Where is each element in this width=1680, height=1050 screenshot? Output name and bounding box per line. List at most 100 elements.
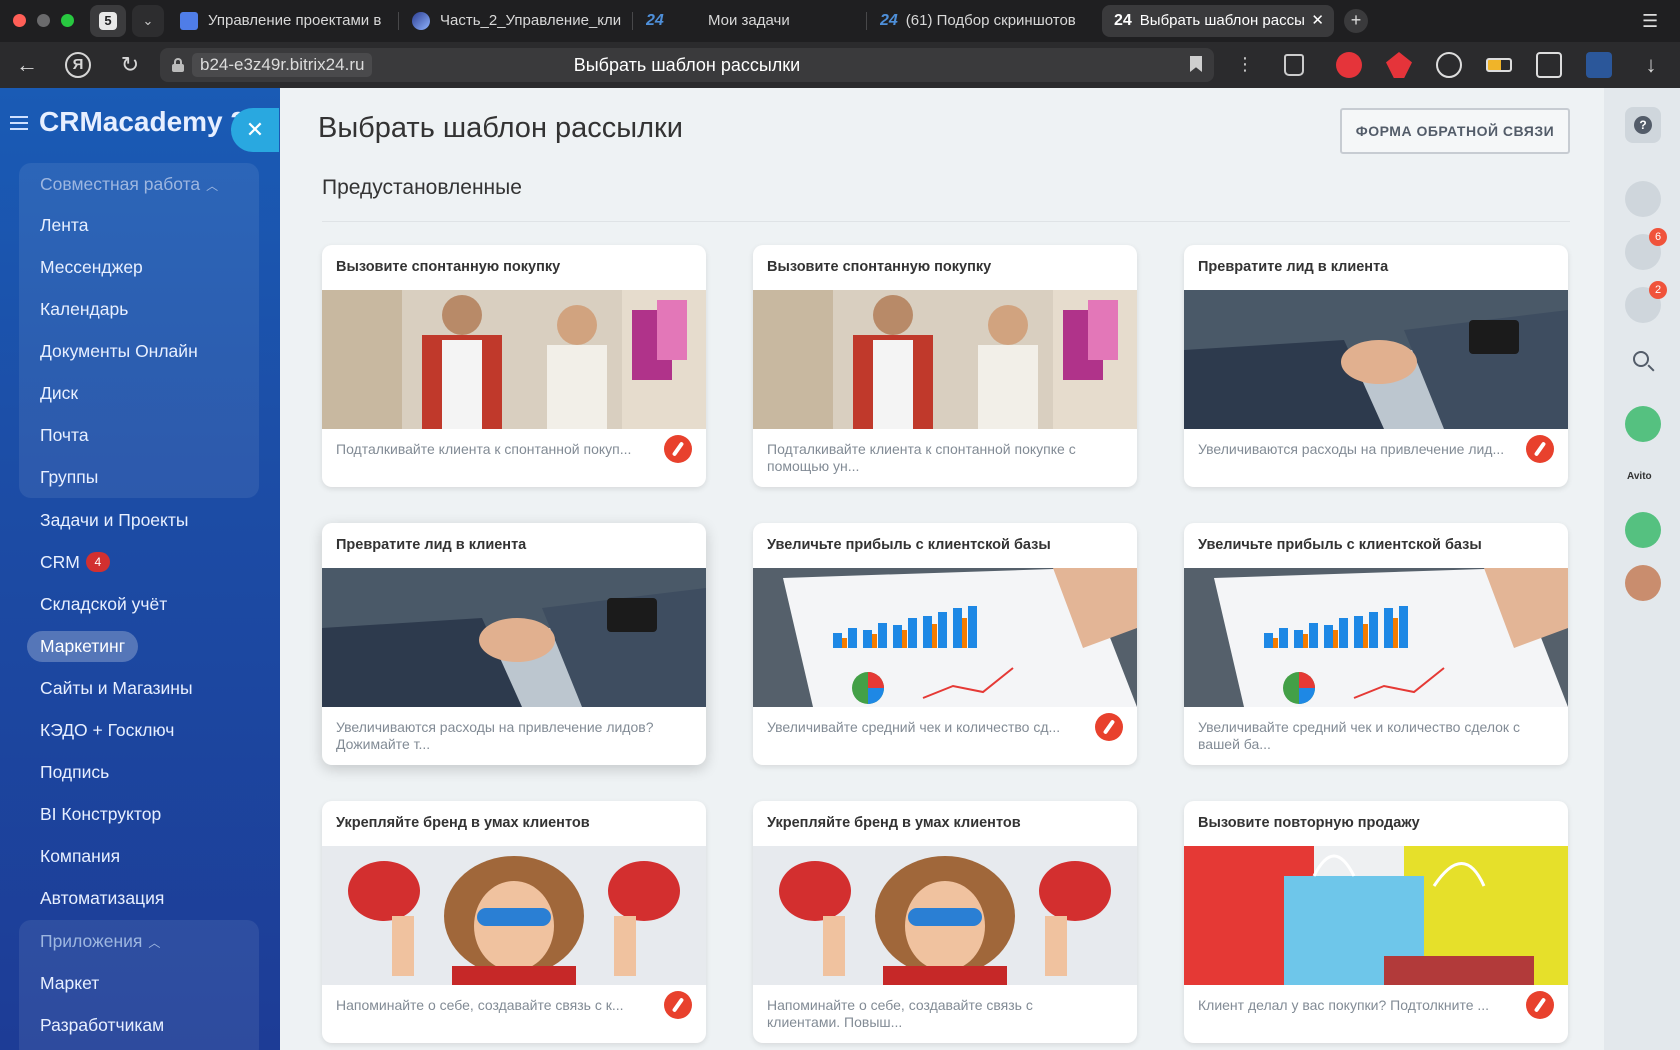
feedback-form-button[interactable]: ФОРМА ОБРАТНОЙ СВЯЗИ [1340, 108, 1570, 154]
page-title: Выбрать шаблон рассылки [318, 112, 683, 144]
new-tab-button[interactable]: + [1344, 9, 1368, 33]
card-title: Увеличьте прибыль с клиентской базы [767, 537, 1051, 553]
help-button[interactable]: ? [1625, 107, 1661, 143]
tab-select-template[interactable]: 24 Выбрать шаблон рассы ✕ [1102, 5, 1334, 37]
close-tab-icon[interactable]: ✕ [1311, 5, 1324, 37]
browser-tabbar: 5 ⌄ Управление проектами в Часть_2_Управ… [0, 0, 1680, 42]
template-card[interactable]: Увеличьте прибыль с клиентской базы Увел… [1184, 523, 1568, 765]
chevron-up-icon: ︿ [148, 936, 161, 950]
hamburger-icon[interactable] [10, 116, 28, 130]
yandex-icon[interactable]: Я [65, 52, 91, 78]
bitrix24-icon: 24 [880, 12, 898, 30]
card-image-handshake [322, 568, 706, 707]
card-title: Укрепляйте бренд в умах клиентов [767, 815, 1021, 831]
chat-badge: 2 [1649, 281, 1667, 299]
notes-icon[interactable] [1625, 512, 1661, 548]
downloads-icon[interactable]: ↓ [1638, 52, 1664, 78]
menu-item-inventory[interactable]: Складской учёт [40, 594, 167, 615]
card-image-shopping-couple [753, 290, 1137, 429]
menu-item-feed[interactable]: Лента [40, 215, 88, 236]
contacts-icon[interactable] [1625, 406, 1661, 442]
menu-item-sign[interactable]: Подпись [40, 762, 109, 783]
card-description: Увеличиваются расходы на привлечение лид… [1198, 441, 1505, 457]
menu-item-sites[interactable]: Сайты и Магазины [40, 678, 193, 699]
section-divider [322, 221, 1570, 222]
group-collaboration [19, 163, 259, 498]
video-extension-icon[interactable] [1436, 52, 1462, 78]
menu-item-docs[interactable]: Документы Онлайн [40, 341, 198, 362]
tab-counter-button[interactable]: 5 [90, 5, 126, 37]
tab-screenshots[interactable]: 24 (61) Подбор скриншотов [880, 5, 1088, 37]
menu-item-groups[interactable]: Группы [40, 467, 98, 488]
main-content: Выбрать шаблон рассылки ФОРМА ОБРАТНОЙ С… [280, 88, 1604, 1050]
section-title: Предустановленные [322, 176, 522, 199]
tab-bitrix-blank[interactable]: 24 [646, 5, 686, 37]
template-card[interactable]: Укрепляйте бренд в умах клиентов Напомин… [322, 801, 706, 1043]
menu-item-marketing[interactable]: Маркетинг [27, 631, 139, 662]
reload-button[interactable]: ↻ [117, 52, 143, 78]
template-card[interactable]: Вызовите спонтанную покупку Подталкивайт… [322, 245, 706, 487]
tab-my-tasks[interactable]: Мои задачи [708, 5, 858, 37]
card-title: Превратите лид в клиента [336, 537, 527, 553]
more-menu-icon[interactable]: ⋮ [1236, 54, 1254, 75]
bitrix24-icon: 24 [646, 12, 664, 30]
menu-item-bi[interactable]: BI Конструктор [40, 804, 161, 825]
template-card[interactable]: Увеличьте прибыль с клиентской базы Увел… [753, 523, 1137, 765]
avito-icon[interactable]: Avito [1625, 459, 1661, 495]
card-description: Увеличивайте средний чек и количество сд… [767, 719, 1061, 735]
menu-group-apps[interactable]: Приложения ︿ [40, 931, 160, 952]
window-maximize-button[interactable] [61, 14, 74, 27]
menu-item-market[interactable]: Маркет [40, 973, 99, 994]
word-extension-icon[interactable] [1586, 52, 1612, 78]
address-bar[interactable]: b24-e3z49r.bitrix24.ru Выбрать шаблон ра… [160, 48, 1214, 82]
tab-projects[interactable]: Управление проектами в [180, 5, 390, 37]
card-description: Напоминайте о себе, создавайте связь с к… [336, 997, 624, 1013]
menu-item-company[interactable]: Компания [40, 846, 120, 867]
menu-item-automation[interactable]: Автоматизация [40, 888, 164, 909]
menu-group-collaboration[interactable]: Совместная работа ︿ [40, 174, 218, 195]
card-description: Подталкивайте клиента к спонтанной покуп… [767, 441, 1076, 474]
menu-item-tasks[interactable]: Задачи и Проекты [40, 510, 188, 531]
close-menu-button[interactable]: ✕ [231, 108, 279, 152]
shopping-bag-extension-icon[interactable] [1284, 54, 1304, 76]
menu-item-crm[interactable]: CRM 4 [40, 552, 110, 573]
menu-item-developers[interactable]: Разработчикам [40, 1015, 164, 1036]
music-extension-icon[interactable] [1336, 52, 1362, 78]
back-button[interactable]: ← [14, 52, 40, 78]
template-card[interactable]: Вызовите повторную продажу Клиент делал … [1184, 801, 1568, 1043]
card-description: Подталкивайте клиента к спонтанной покуп… [336, 441, 632, 457]
window-close-button[interactable] [13, 14, 26, 27]
template-card[interactable]: Вызовите спонтанную покупку Подталкивайт… [753, 245, 1137, 487]
notifications-icon[interactable]: 6 [1625, 228, 1667, 270]
card-image-chart-report [753, 568, 1137, 707]
crm-counter-badge: 4 [85, 552, 110, 572]
card-description: Увеличиваются расходы на привлечение лид… [336, 719, 654, 752]
search-icon[interactable] [1625, 343, 1661, 379]
card-title: Укрепляйте бренд в умах клиентов [336, 815, 590, 831]
translate-extension-icon[interactable] [1536, 52, 1562, 78]
menu-item-messenger[interactable]: Мессенджер [40, 257, 143, 278]
chat-icon[interactable]: 2 [1625, 281, 1667, 323]
user-avatar[interactable] [1625, 565, 1661, 601]
template-card[interactable]: Превратите лид в клиента Увеличиваются р… [1184, 245, 1568, 487]
template-card[interactable]: Превратите лид в клиента Увеличиваются р… [322, 523, 706, 765]
tab-list-icon[interactable]: ☰ [1642, 10, 1664, 32]
menu-item-mail[interactable]: Почта [40, 425, 89, 446]
card-image-handshake [1184, 290, 1568, 429]
menu-item-disk[interactable]: Диск [40, 383, 78, 404]
tabs-dropdown-button[interactable]: ⌄ [132, 5, 164, 37]
menu-item-calendar[interactable]: Календарь [40, 299, 128, 320]
window-minimize-button[interactable] [37, 14, 50, 27]
card-title: Увеличьте прибыль с клиентской базы [1198, 537, 1482, 553]
card-image-shopping-bags [1184, 846, 1568, 985]
template-card[interactable]: Укрепляйте бренд в умах клиентов Напомин… [753, 801, 1137, 1043]
menu-item-kedo[interactable]: КЭДО + Госключ [40, 720, 174, 741]
chili-icon [1526, 435, 1554, 463]
battery-extension-icon[interactable] [1486, 58, 1512, 72]
left-menu: CRMacademy 2 ✕ Совместная работа ︿ Лента … [0, 88, 280, 1050]
rocket-extension-icon[interactable] [1386, 52, 1412, 78]
right-panel: ? 6 2 Avito [1604, 88, 1680, 1050]
tab-part2[interactable]: Часть_2_Управление_кли [412, 5, 624, 37]
goals-icon[interactable] [1625, 181, 1661, 217]
portal-logo[interactable]: CRMacademy 2 [39, 106, 246, 138]
